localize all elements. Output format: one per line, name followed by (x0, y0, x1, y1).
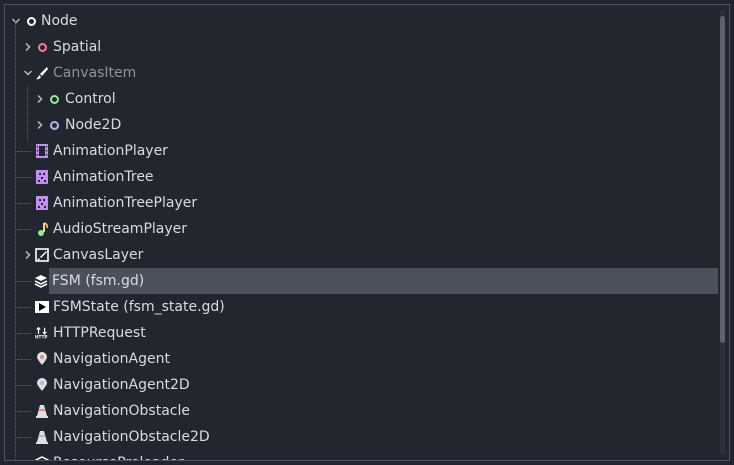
tree-connector (17, 229, 31, 230)
tree-connector (17, 437, 31, 438)
tree-connector (17, 307, 31, 308)
tree-item[interactable]: FSMState (fsm_state.gd) (6, 294, 718, 320)
tree-item-label: ResourcePreloader (53, 450, 184, 460)
control-circle-icon (47, 92, 61, 106)
tree-item[interactable]: AnimationTreePlayer (6, 190, 718, 216)
chevron-down-icon[interactable] (23, 60, 33, 86)
node-tree[interactable]: Node Spatial CanvasItem Control Node2D Animat… (4, 4, 730, 461)
tree-item[interactable]: Control (6, 86, 718, 112)
cone-3d-icon (35, 404, 49, 418)
tree-connector (17, 359, 31, 360)
tree-connector (17, 203, 31, 204)
map-pin-3d-icon (35, 352, 49, 366)
tree-connector (17, 411, 31, 412)
chevron-down-icon[interactable] (11, 8, 21, 34)
tree-connector (17, 333, 31, 334)
chevron-right-icon[interactable] (23, 34, 33, 60)
tree-item-label: Control (65, 91, 116, 107)
tree-guide-line (15, 21, 16, 460)
tree-item[interactable]: AnimationTree (6, 164, 718, 190)
tree-item[interactable]: CanvasItem (6, 60, 718, 86)
animation-tree-player-icon (35, 196, 49, 210)
scrollbar-thumb[interactable] (720, 16, 725, 343)
tree-item[interactable]: HTTP HTTPRequest (6, 320, 718, 346)
tree-item[interactable]: NavigationAgent2D (6, 372, 718, 398)
tree-item-label: NavigationObstacle (53, 403, 190, 419)
tree-item[interactable]: Node (6, 8, 718, 34)
tree-item[interactable]: Node2D (6, 112, 718, 138)
tree-item-label: FSM (fsm.gd) (52, 273, 145, 289)
tree-connector (17, 177, 31, 178)
tree-item[interactable]: NavigationObstacle (6, 398, 718, 424)
music-note-icon (35, 222, 49, 236)
tree-item-label: Spatial (53, 39, 102, 55)
tree-connector (17, 151, 31, 152)
animation-tree-icon (35, 170, 49, 184)
spatial-circle-icon (35, 40, 49, 54)
tree-item-label: NavigationObstacle2D (53, 429, 210, 445)
tree-connector (17, 281, 31, 282)
tree-item-label: NavigationAgent (53, 351, 170, 367)
tree-item-label: AnimationTreePlayer (53, 195, 198, 211)
layers-stack-icon (34, 274, 48, 288)
tree-item-label: AudioStreamPlayer (53, 221, 188, 237)
chevron-right-icon[interactable] (35, 86, 45, 112)
tree-item[interactable]: FSM (fsm.gd) (34, 268, 718, 294)
play-box-icon (35, 300, 49, 314)
tree-item[interactable]: AnimationPlayer (6, 138, 718, 164)
tree-item[interactable]: CanvasLayer (6, 242, 718, 268)
tree-item-label: HTTPRequest (53, 325, 146, 341)
tree-item-label: CanvasLayer (53, 247, 144, 263)
tree-item-label: NavigationAgent2D (53, 377, 190, 393)
svg-text:HTTP: HTTP (35, 335, 47, 340)
tree-item-label: Node (41, 13, 78, 29)
tree-item[interactable]: AudioStreamPlayer (6, 216, 718, 242)
vertical-scrollbar[interactable] (720, 10, 725, 455)
http-request-icon: HTTP (35, 326, 49, 340)
chevron-right-icon[interactable] (23, 242, 33, 268)
tree-item-label: AnimationPlayer (53, 143, 168, 159)
node-circle-icon (24, 14, 38, 28)
canvas-layer-icon (35, 248, 49, 262)
tree-connector (17, 385, 31, 386)
chevron-right-icon[interactable] (35, 112, 45, 138)
tree-item-label: AnimationTree (53, 169, 154, 185)
tree-item-label: CanvasItem (53, 65, 137, 81)
tree-item[interactable]: Spatial (6, 34, 718, 60)
film-strip-icon (35, 144, 49, 158)
node2d-circle-icon (47, 118, 61, 132)
tree-item[interactable]: ResourcePreloader (6, 450, 718, 460)
tree-item[interactable]: NavigationObstacle2D (6, 424, 718, 450)
tree-item[interactable]: NavigationAgent (6, 346, 718, 372)
tree-guide-line (27, 86, 28, 141)
tree-item-label: Node2D (65, 117, 122, 133)
resource-preloader-icon (35, 456, 49, 460)
brush-icon (35, 66, 49, 80)
cone-2d-icon (35, 430, 49, 444)
map-pin-2d-icon (35, 378, 49, 392)
tree-item-label: FSMState (fsm_state.gd) (53, 299, 225, 315)
